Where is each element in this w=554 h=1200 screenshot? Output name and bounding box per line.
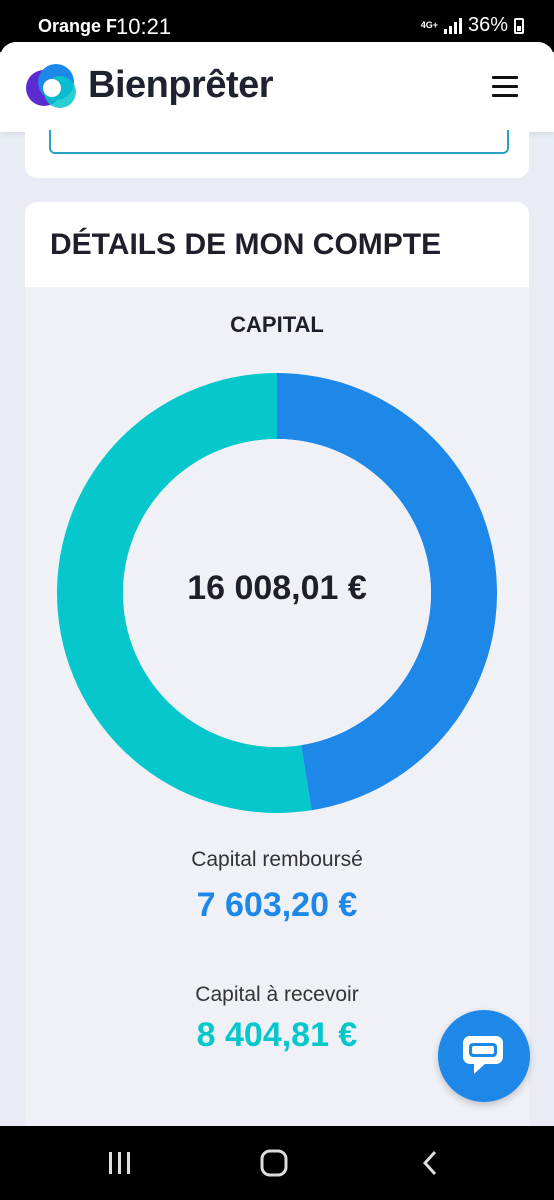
previous-card: [25, 130, 529, 178]
network-type: 4G+: [420, 20, 438, 30]
recent-apps-icon[interactable]: [106, 1148, 134, 1178]
card-header: DÉTAILS DE MON COMPTE: [25, 202, 529, 287]
battery-icon: [514, 17, 524, 34]
hamburger-menu-icon[interactable]: [492, 76, 518, 98]
back-icon[interactable]: [420, 1148, 440, 1178]
clock: 10:21: [116, 14, 172, 39]
brand-logo-icon[interactable]: [24, 60, 78, 112]
account-details-card: DÉTAILS DE MON COMPTE CAPITAL 16 008,01 …: [25, 202, 529, 1142]
signal-icon: [443, 17, 462, 34]
system-nav-bar: [0, 1126, 554, 1200]
input-field-edge[interactable]: [49, 130, 509, 154]
chat-button[interactable]: [438, 1010, 530, 1102]
capital-repaid-value: 7 603,20 €: [196, 886, 358, 924]
capital-heading: CAPITAL: [230, 312, 324, 337]
capital-repaid-label: Capital remboursé: [191, 848, 363, 871]
chat-bubble-icon: [463, 1036, 503, 1074]
brand-name[interactable]: Bienprêter: [88, 64, 274, 107]
card-title: DÉTAILS DE MON COMPTE: [50, 228, 442, 261]
home-icon[interactable]: [259, 1148, 289, 1178]
app-header: Bienprêter: [0, 42, 554, 132]
carrier-label: Orange F: [38, 16, 118, 36]
capital-to-receive-label: Capital à recevoir: [195, 983, 359, 1006]
battery-percent: 36%: [467, 14, 508, 36]
status-icons: 4G+ 36%: [421, 14, 524, 37]
capital-total: 16 008,01 €: [187, 569, 367, 607]
